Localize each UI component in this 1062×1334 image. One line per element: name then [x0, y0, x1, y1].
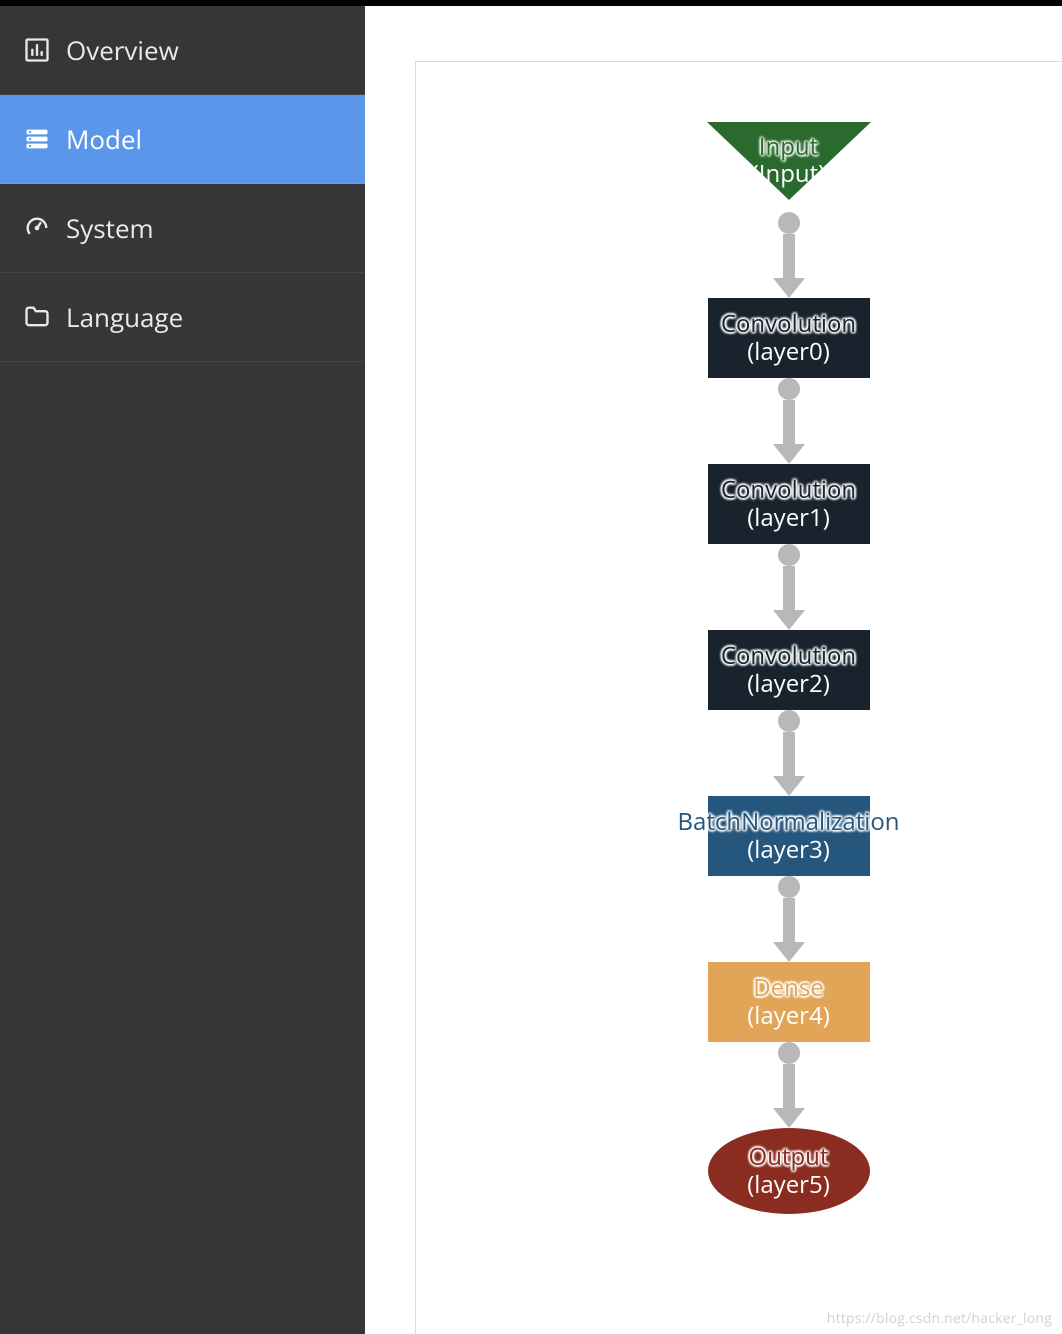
- graph-node-output[interactable]: Output (layer5): [708, 1128, 870, 1214]
- graph-node-input[interactable]: Input (Input): [707, 122, 871, 200]
- graph-edge: [773, 212, 805, 298]
- graph-node-type: BatchNormalization: [678, 808, 900, 836]
- layers-icon: [22, 124, 52, 154]
- graph-node-type: Convolution: [721, 642, 856, 670]
- graph-node-dense[interactable]: Dense (layer4): [708, 962, 870, 1042]
- main-content: Input (Input) Convolution (layer0) Convo…: [365, 6, 1062, 1334]
- graph-edge: [773, 710, 805, 796]
- sidebar-item-language[interactable]: Language: [0, 273, 365, 362]
- graph-node-name: (layer1): [747, 504, 830, 532]
- bar-chart-icon: [22, 35, 52, 65]
- graph-node-convolution[interactable]: Convolution (layer0): [708, 298, 870, 378]
- graph-node-name: (layer5): [747, 1171, 830, 1199]
- graph-node-type: Convolution: [721, 310, 856, 338]
- graph-node-name: (layer4): [747, 1002, 830, 1030]
- graph-node-name: (layer3): [747, 836, 830, 864]
- graph-edge: [773, 876, 805, 962]
- graph-node-type: Output: [749, 1143, 829, 1171]
- graph-node-type: Dense: [753, 974, 824, 1002]
- graph-node-convolution[interactable]: Convolution (layer1): [708, 464, 870, 544]
- sidebar: Overview Model System: [0, 6, 365, 1334]
- graph-node-name: (layer2): [747, 670, 830, 698]
- graph-node-convolution[interactable]: Convolution (layer2): [708, 630, 870, 710]
- graph-node-name: (layer0): [747, 338, 830, 366]
- graph-edge: [773, 378, 805, 464]
- graph-edge: [773, 1042, 805, 1128]
- sidebar-item-overview[interactable]: Overview: [0, 6, 365, 95]
- model-graph-panel[interactable]: Input (Input) Convolution (layer0) Convo…: [415, 61, 1062, 1334]
- sidebar-item-label: System: [66, 210, 154, 246]
- dashboard-icon: [22, 213, 52, 243]
- sidebar-item-label: Language: [66, 299, 183, 335]
- graph-node-type: Convolution: [721, 476, 856, 504]
- sidebar-item-system[interactable]: System: [0, 184, 365, 273]
- graph-node-batchnorm[interactable]: BatchNormalization (layer3): [708, 796, 870, 876]
- sidebar-item-model[interactable]: Model: [0, 95, 365, 184]
- graph-node-name: (Input): [707, 161, 871, 188]
- sidebar-item-label: Model: [66, 121, 142, 157]
- folder-icon: [22, 302, 52, 332]
- sidebar-item-label: Overview: [66, 32, 179, 68]
- graph-edge: [773, 544, 805, 630]
